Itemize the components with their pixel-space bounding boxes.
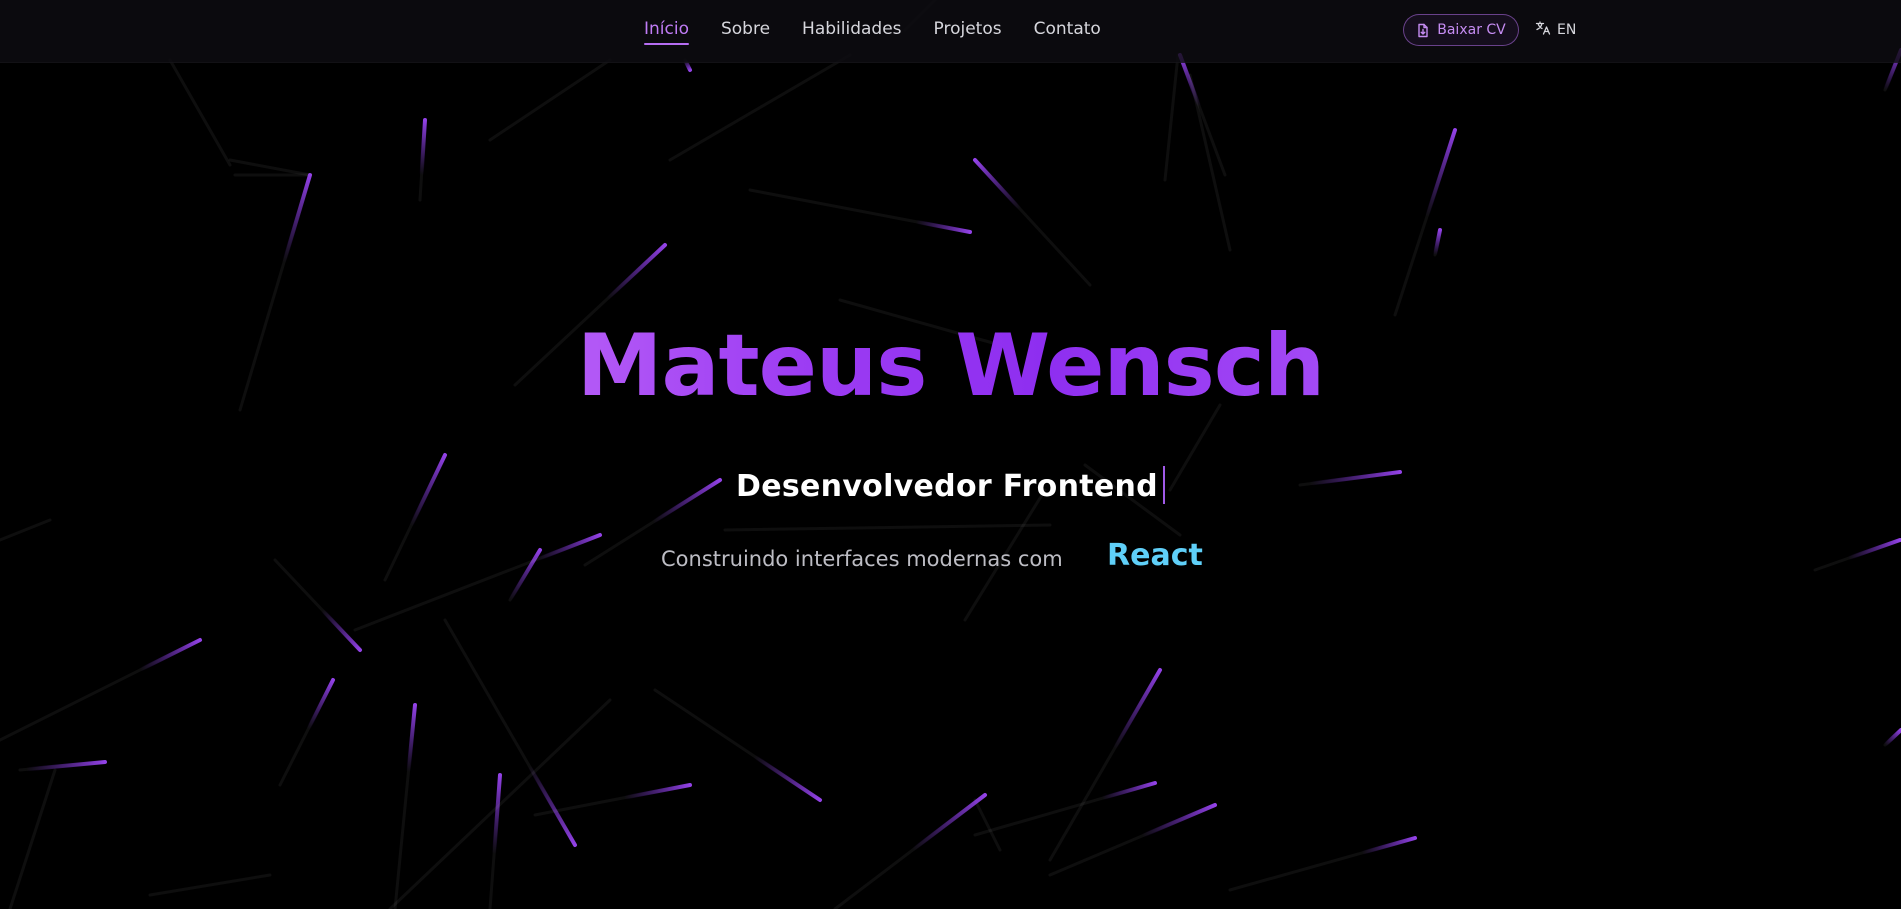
language-toggle[interactable]: EN bbox=[1535, 14, 1576, 46]
hero-technology: React bbox=[1107, 538, 1203, 573]
background-streak-glow bbox=[1883, 728, 1901, 747]
background-streak-glow bbox=[306, 678, 335, 732]
background-streak-glow bbox=[913, 219, 972, 234]
background-streak bbox=[228, 158, 312, 177]
background-streak bbox=[0, 518, 52, 542]
top-navbar: Início Sobre Habilidades Projetos Contat… bbox=[0, 0, 1901, 63]
background-streak-glow bbox=[508, 548, 542, 602]
background-streak-glow bbox=[406, 703, 417, 774]
download-cv-button[interactable]: Baixar CV bbox=[1403, 14, 1519, 46]
file-download-icon bbox=[1416, 23, 1430, 38]
background-streak-glow bbox=[138, 638, 202, 672]
background-streak-glow bbox=[24, 760, 107, 772]
animated-streaks-background bbox=[0, 0, 1901, 909]
background-streak-glow bbox=[492, 773, 502, 856]
nav-link-sobre[interactable]: Sobre bbox=[721, 19, 770, 43]
hero-section: Início Sobre Habilidades Projetos Contat… bbox=[0, 0, 1901, 909]
nav-link-projetos[interactable]: Projetos bbox=[934, 19, 1002, 43]
background-streak bbox=[668, 53, 852, 162]
hero-role-text: Desenvolvedor Frontend bbox=[736, 469, 1158, 504]
background-streak bbox=[1188, 73, 1232, 252]
hero-tagline: Construindo interfaces modernas com bbox=[661, 547, 1063, 571]
background-streak-glow bbox=[1846, 538, 1901, 561]
background-streak-glow bbox=[622, 783, 692, 800]
nav-link-inicio[interactable]: Início bbox=[644, 19, 689, 45]
background-streak bbox=[388, 698, 612, 909]
typing-cursor bbox=[1162, 466, 1165, 504]
background-streak-glow bbox=[973, 158, 1023, 212]
nav-link-contato[interactable]: Contato bbox=[1034, 19, 1101, 43]
background-streak bbox=[723, 523, 1052, 532]
background-streak-glow bbox=[1140, 803, 1217, 838]
background-streak-glow bbox=[752, 754, 822, 802]
background-streak-glow bbox=[1360, 836, 1417, 855]
nav-links: Início Sobre Habilidades Projetos Contat… bbox=[644, 0, 1101, 62]
download-cv-label: Baixar CV bbox=[1437, 22, 1506, 38]
background-streak-glow bbox=[419, 118, 427, 177]
background-streak-glow bbox=[282, 173, 312, 265]
hero-name: Mateus Wensch bbox=[0, 318, 1901, 415]
background-streak-glow bbox=[1100, 781, 1157, 801]
nav-link-habilidades[interactable]: Habilidades bbox=[802, 19, 901, 43]
background-streak-glow bbox=[910, 793, 987, 853]
translate-icon bbox=[1535, 20, 1551, 40]
background-streak bbox=[973, 798, 1002, 852]
background-streak-glow bbox=[535, 533, 602, 562]
language-label: EN bbox=[1557, 22, 1577, 38]
background-streak bbox=[148, 873, 272, 897]
background-streak bbox=[488, 58, 612, 142]
background-streak bbox=[168, 58, 232, 167]
background-streak-glow bbox=[527, 764, 577, 847]
hero-role: Desenvolvedor Frontend bbox=[0, 466, 1901, 504]
background-streak bbox=[8, 768, 57, 909]
background-streak-glow bbox=[605, 243, 667, 301]
background-streak-glow bbox=[1112, 668, 1162, 751]
background-streak-glow bbox=[1433, 228, 1442, 257]
background-streak bbox=[1163, 53, 1180, 182]
background-streak-glow bbox=[1424, 128, 1457, 219]
